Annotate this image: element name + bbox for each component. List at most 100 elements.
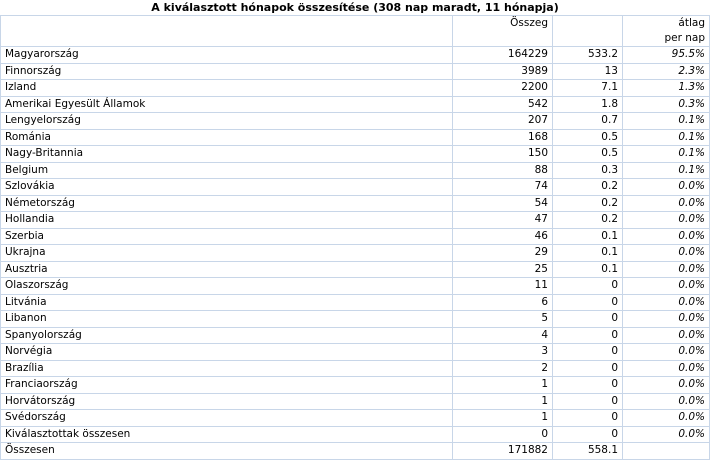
- country-cell: Brazília: [0, 359, 453, 377]
- avg-cell: 0.3: [552, 161, 623, 179]
- avg-cell: 0: [552, 310, 623, 328]
- pct-cell: 95.5%: [622, 46, 710, 64]
- header-total: Összeg: [452, 15, 553, 47]
- table-row: Amerikai Egyesült Államok 542 1.8 0.3%: [0, 95, 710, 113]
- total-cell: 168: [452, 128, 553, 146]
- country-cell: Olaszország: [0, 277, 453, 295]
- table-row: Ausztria 25 0.1 0.0%: [0, 260, 710, 278]
- total-cell: 2200: [452, 79, 553, 97]
- total-cell: 0: [452, 425, 553, 443]
- avg-cell: 1.8: [552, 95, 623, 113]
- pct-cell: 0.1%: [622, 128, 710, 146]
- pct-cell: 1.3%: [622, 79, 710, 97]
- avg-cell: 0.7: [552, 112, 623, 130]
- country-cell: Norvégia: [0, 343, 453, 361]
- pct-cell: 0.1%: [622, 112, 710, 130]
- table-row: Horvátország 1 0 0.0%: [0, 392, 710, 410]
- country-cell: Finnország: [0, 62, 453, 80]
- total-cell: 1: [452, 409, 553, 427]
- table-header-row: Összeg átlag per nap: [0, 15, 710, 47]
- country-cell: Belgium: [0, 161, 453, 179]
- table-row: Lengyelország 207 0.7 0.1%: [0, 112, 710, 130]
- country-cell: Litvánia: [0, 293, 453, 311]
- country-cell: Kiválasztottak összesen: [0, 425, 453, 443]
- pct-cell: 0.0%: [622, 244, 710, 262]
- pct-cell: 0.0%: [622, 326, 710, 344]
- country-cell: Hollandia: [0, 211, 453, 229]
- total-cell: 3: [452, 343, 553, 361]
- pct-cell: 0.0%: [622, 211, 710, 229]
- country-cell: Amerikai Egyesült Államok: [0, 95, 453, 113]
- header-per-day: átlag per nap: [622, 15, 710, 47]
- total-cell: 6: [452, 293, 553, 311]
- avg-cell: 533.2: [552, 46, 623, 64]
- table-row: Izland 2200 7.1 1.3%: [0, 79, 710, 97]
- table-row: Brazília 2 0 0.0%: [0, 359, 710, 377]
- table-row: Magyarország 164229 533.2 95.5%: [0, 46, 710, 64]
- pct-cell: 0.0%: [622, 392, 710, 410]
- header-avg: [552, 15, 623, 47]
- footer-total: 171882: [452, 442, 553, 460]
- pct-cell: 0.0%: [622, 293, 710, 311]
- avg-cell: 0.5: [552, 145, 623, 163]
- total-cell: 542: [452, 95, 553, 113]
- country-cell: Izland: [0, 79, 453, 97]
- pct-cell: 0.3%: [622, 95, 710, 113]
- avg-cell: 0: [552, 425, 623, 443]
- table-row: Ukrajna 29 0.1 0.0%: [0, 244, 710, 262]
- pct-cell: 0.0%: [622, 260, 710, 278]
- avg-cell: 0: [552, 376, 623, 394]
- country-cell: Libanon: [0, 310, 453, 328]
- table-row: Románia 168 0.5 0.1%: [0, 128, 710, 146]
- country-cell: Svédország: [0, 409, 453, 427]
- table-row: Belgium 88 0.3 0.1%: [0, 161, 710, 179]
- avg-cell: 0.1: [552, 244, 623, 262]
- pct-cell: 0.1%: [622, 161, 710, 179]
- total-cell: 88: [452, 161, 553, 179]
- header-per-day-line2: per nap: [664, 32, 705, 44]
- table-row: Nagy-Britannia 150 0.5 0.1%: [0, 145, 710, 163]
- avg-cell: 0.5: [552, 128, 623, 146]
- pct-cell: 0.0%: [622, 343, 710, 361]
- country-cell: Szerbia: [0, 227, 453, 245]
- country-cell: Ausztria: [0, 260, 453, 278]
- avg-cell: 13: [552, 62, 623, 80]
- footer-country: Összesen: [0, 442, 453, 460]
- pct-cell: 2.3%: [622, 62, 710, 80]
- total-cell: 3989: [452, 62, 553, 80]
- avg-cell: 0: [552, 277, 623, 295]
- header-per-day-line1: átlag: [678, 17, 705, 29]
- table-row: Finnország 3989 13 2.3%: [0, 62, 710, 80]
- table-row: Németország 54 0.2 0.0%: [0, 194, 710, 212]
- total-cell: 2: [452, 359, 553, 377]
- table-row: Norvégia 3 0 0.0%: [0, 343, 710, 361]
- country-cell: Nagy-Britannia: [0, 145, 453, 163]
- country-cell: Németország: [0, 194, 453, 212]
- total-cell: 47: [452, 211, 553, 229]
- avg-cell: 0.2: [552, 211, 623, 229]
- country-cell: Horvátország: [0, 392, 453, 410]
- avg-cell: 0.2: [552, 194, 623, 212]
- table-row: Olaszország 11 0 0.0%: [0, 277, 710, 295]
- table-body: Magyarország 164229 533.2 95.5% Finnország 39…: [0, 46, 710, 443]
- total-cell: 1: [452, 376, 553, 394]
- table-row: Hollandia 47 0.2 0.0%: [0, 211, 710, 229]
- avg-cell: 0: [552, 326, 623, 344]
- header-country: [0, 15, 453, 47]
- total-cell: 150: [452, 145, 553, 163]
- avg-cell: 0: [552, 343, 623, 361]
- pct-cell: 0.0%: [622, 277, 710, 295]
- pct-cell: 0.0%: [622, 425, 710, 443]
- country-cell: Franciaország: [0, 376, 453, 394]
- summary-table: Összeg átlag per nap Magyarország 164229 5…: [0, 15, 710, 460]
- total-cell: 207: [452, 112, 553, 130]
- footer-avg: 558.1: [552, 442, 623, 460]
- total-cell: 164229: [452, 46, 553, 64]
- avg-cell: 7.1: [552, 79, 623, 97]
- total-cell: 54: [452, 194, 553, 212]
- total-cell: 11: [452, 277, 553, 295]
- pct-cell: 0.0%: [622, 194, 710, 212]
- avg-cell: 0: [552, 293, 623, 311]
- country-cell: Lengyelország: [0, 112, 453, 130]
- country-cell: Ukrajna: [0, 244, 453, 262]
